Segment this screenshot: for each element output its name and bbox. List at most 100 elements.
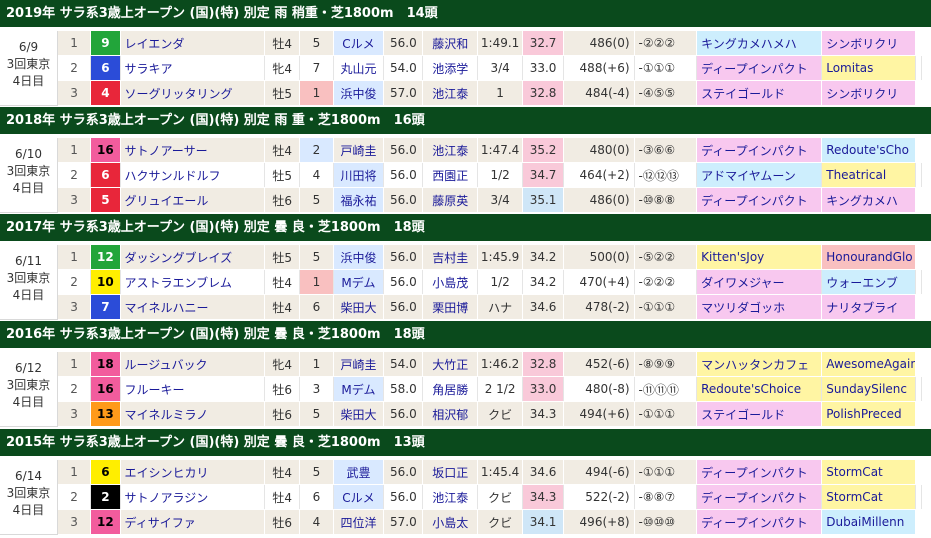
dam-sire-link[interactable]: SundaySilenc — [822, 377, 917, 401]
trainer-link[interactable]: 西園正 — [423, 163, 479, 187]
jockey-link[interactable]: 川田将 — [333, 163, 385, 187]
trainer-link[interactable]: 小島太 — [423, 510, 479, 534]
results-page: 2019年 サラ系3歳上オープン (国)(特) 別定 雨 稍重・芝1800m 1… — [0, 0, 931, 538]
row-end-spacer — [916, 270, 922, 294]
gate-badge: 16 — [91, 377, 121, 401]
horse-name-link[interactable]: サトノアラジン — [121, 485, 266, 509]
sire-link[interactable]: ディープインパクト — [697, 188, 823, 212]
gate-badge: 2 — [91, 485, 121, 509]
trainer-link[interactable]: 坂口正 — [423, 460, 479, 484]
dam-sire-link[interactable]: シンボリクリ — [822, 81, 917, 105]
sire-link[interactable]: ディープインパクト — [697, 510, 823, 534]
passing-order-cell: -①①① — [635, 460, 698, 484]
dam-sire-link[interactable]: シンボリクリ — [822, 31, 917, 55]
sire-link[interactable]: ステイゴールド — [697, 402, 823, 426]
jockey-link[interactable]: 福永祐 — [333, 188, 385, 212]
dam-sire-link[interactable]: StormCat — [822, 485, 917, 509]
trainer-link[interactable]: 大竹正 — [423, 352, 479, 376]
sire-link[interactable]: ディープインパクト — [697, 485, 823, 509]
weight-cell: 56.0 — [384, 31, 424, 55]
trainer-link[interactable]: 角居勝 — [423, 377, 479, 401]
sire-link[interactable]: ディープインパクト — [697, 56, 823, 80]
horse-name-link[interactable]: フルーキー — [121, 377, 266, 401]
dam-sire-link[interactable]: キングカメハ — [822, 188, 917, 212]
time-margin-cell: クビ — [478, 510, 524, 534]
race-header: 2018年 サラ系3歳上オープン (国)(特) 別定 雨 重・芝1800m 16… — [0, 107, 931, 134]
sex-age-cell: 牡5 — [265, 163, 301, 187]
horse-name-link[interactable]: ハクサンルドルフ — [121, 163, 266, 187]
sire-link[interactable]: Kitten'sJoy — [697, 245, 823, 269]
jockey-link[interactable]: 柴田大 — [334, 295, 385, 319]
trainer-link[interactable]: 藤沢和 — [423, 31, 479, 55]
trainer-link[interactable]: 池江泰 — [423, 485, 479, 509]
horse-name-link[interactable]: サラキア — [121, 56, 266, 80]
trainer-link[interactable]: 吉村圭 — [423, 245, 479, 269]
horse-name-link[interactable]: ルージュバック — [121, 352, 266, 376]
sex-age-cell: 牡4 — [265, 295, 301, 319]
dam-sire-link[interactable]: AwesomeAgain — [822, 352, 917, 376]
dam-sire-link[interactable]: Lomitas — [822, 56, 917, 80]
dam-sire-link[interactable]: StormCat — [822, 460, 917, 484]
sex-age-cell: 牝4 — [265, 352, 301, 376]
sire-link[interactable]: マツリダゴッホ — [697, 295, 823, 319]
jockey-link[interactable]: Cルメ — [333, 485, 385, 509]
sex-age-cell: 牡5 — [265, 81, 301, 105]
race-meeting: 3回東京 — [6, 378, 51, 392]
dam-sire-link[interactable]: Theatrical — [822, 163, 917, 187]
sire-link[interactable]: ディープインパクト — [697, 138, 823, 162]
popularity-cell: 1 — [300, 81, 334, 105]
jockey-link[interactable]: 柴田大 — [334, 402, 385, 426]
horse-name-link[interactable]: エイシンヒカリ — [121, 460, 266, 484]
trainer-link[interactable]: 池添学 — [423, 56, 479, 80]
popularity-cell: 5 — [300, 188, 334, 212]
trainer-link[interactable]: 池江泰 — [423, 81, 479, 105]
horse-name-link[interactable]: アストラエンブレム — [121, 270, 266, 294]
horse-name-link[interactable]: ディサイファ — [121, 510, 266, 534]
trainer-link[interactable]: 相沢郁 — [423, 402, 479, 426]
dam-sire-link[interactable]: ナリタブライ — [822, 295, 917, 319]
jockey-link[interactable]: 浜中俊 — [333, 245, 385, 269]
jockey-link[interactable]: 四位洋 — [334, 510, 385, 534]
sire-link[interactable]: キングカメハメハ — [697, 31, 823, 55]
jockey-link[interactable]: 武豊 — [333, 460, 385, 484]
horse-name-link[interactable]: ソーグリッタリング — [121, 81, 266, 105]
jockey-link[interactable]: 戸崎圭 — [334, 138, 385, 162]
dam-sire-link[interactable]: Redoute'sCho — [822, 138, 917, 162]
dam-sire-link[interactable]: ウォーエンブ — [822, 270, 917, 294]
time-margin-cell: 1/2 — [478, 163, 524, 187]
result-row: 2 2 サトノアラジン 牡4 6 Cルメ 56.0 池江泰 クビ 34.3 522(-2) -⑧⑧⑦ デ… — [58, 485, 922, 510]
sire-link[interactable]: マンハッタンカフェ — [697, 352, 823, 376]
jockey-link[interactable]: 丸山元 — [334, 56, 385, 80]
jockey-link[interactable]: 戸崎圭 — [334, 352, 385, 376]
dam-sire-link[interactable]: HonourandGlo — [822, 245, 917, 269]
sire-link[interactable]: ディープインパクト — [697, 460, 823, 484]
horse-name-link[interactable]: サトノアーサー — [121, 138, 266, 162]
horse-name-link[interactable]: レイエンダ — [121, 31, 266, 55]
jockey-link[interactable]: Mデム — [333, 377, 385, 401]
trainer-link[interactable]: 栗田博 — [423, 295, 479, 319]
race-date: 6/9 — [18, 40, 39, 54]
horse-name-link[interactable]: マイネルミラノ — [121, 402, 266, 426]
race-block: 2018年 サラ系3歳上オープン (国)(特) 別定 雨 重・芝1800m 16… — [0, 107, 931, 218]
race-block: 2019年 サラ系3歳上オープン (国)(特) 別定 雨 稍重・芝1800m 1… — [0, 0, 931, 111]
race-date: 6/14 — [15, 469, 42, 483]
horse-name-link[interactable]: ダッシングブレイズ — [121, 245, 266, 269]
sire-link[interactable]: Redoute'sChoice — [697, 377, 823, 401]
jockey-link[interactable]: Cルメ — [333, 31, 385, 55]
jockey-link[interactable]: 浜中俊 — [333, 81, 385, 105]
sire-link[interactable]: ダイワメジャー — [697, 270, 823, 294]
trainer-link[interactable]: 池江泰 — [423, 138, 479, 162]
jockey-link[interactable]: Mデム — [333, 270, 385, 294]
dam-sire-link[interactable]: PolishPreced — [822, 402, 917, 426]
passing-order-cell: -⑧⑧⑦ — [635, 485, 698, 509]
sire-link[interactable]: アドマイヤムーン — [697, 163, 823, 187]
rank-cell: 1 — [58, 460, 92, 484]
time-margin-cell: クビ — [478, 485, 524, 509]
rank-cell: 1 — [58, 31, 92, 55]
sire-link[interactable]: ステイゴールド — [697, 81, 823, 105]
dam-sire-link[interactable]: DubaiMillenn — [822, 510, 917, 534]
horse-name-link[interactable]: マイネルハニー — [121, 295, 266, 319]
trainer-link[interactable]: 藤原英 — [423, 188, 479, 212]
trainer-link[interactable]: 小島茂 — [423, 270, 479, 294]
horse-name-link[interactable]: グリュイエール — [121, 188, 266, 212]
